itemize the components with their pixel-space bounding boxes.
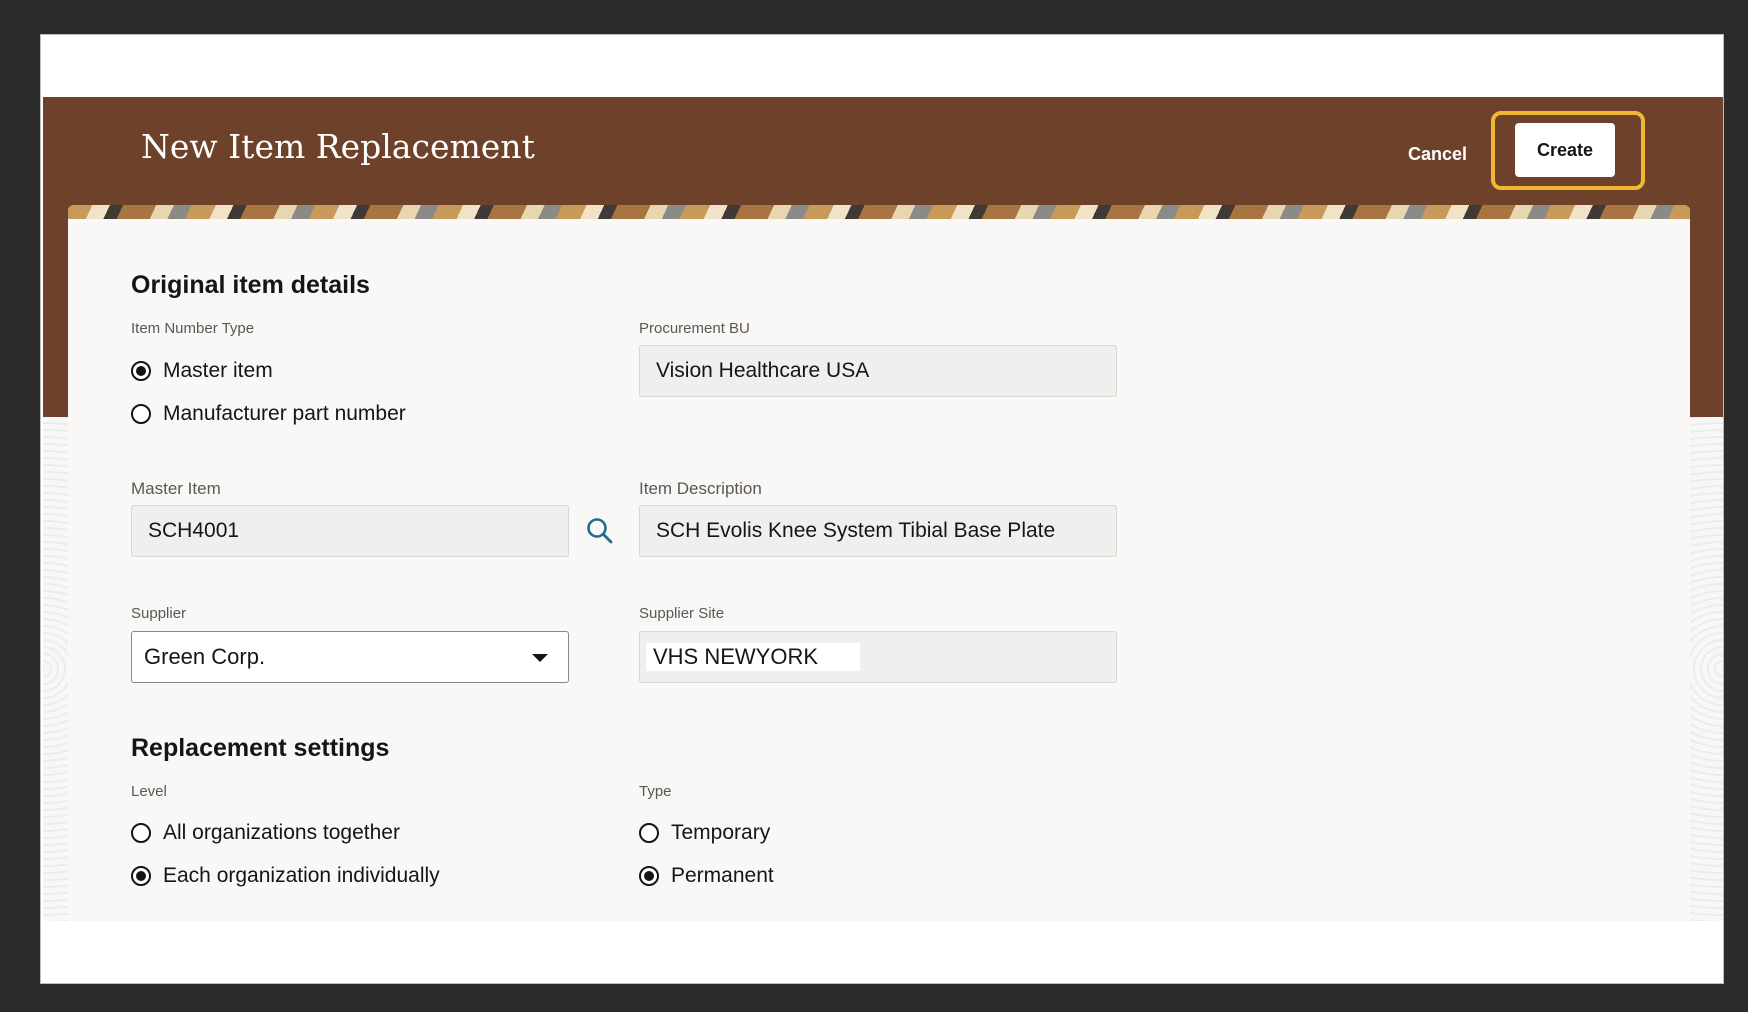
cancel-button[interactable]: Cancel: [1404, 136, 1471, 172]
create-button[interactable]: Create: [1515, 123, 1615, 177]
item-number-type-label: Item Number Type: [131, 320, 255, 337]
supplier-site-field[interactable]: VHS NEWYORK: [639, 631, 1117, 683]
procurement-bu-field[interactable]: Vision Healthcare USA: [639, 345, 1117, 397]
page-title: New Item Replacement: [141, 127, 535, 166]
supplier-label: Supplier: [131, 605, 187, 622]
background-texture-left: [43, 417, 71, 921]
section-heading-original-item: Original item details: [131, 271, 370, 299]
supplier-select-value: Green Corp.: [144, 644, 266, 669]
radio-unchecked-icon: [639, 823, 659, 843]
radio-unchecked-icon: [131, 404, 151, 424]
background-texture-right: [1689, 417, 1723, 921]
radio-checked-icon: [131, 361, 151, 381]
radio-checked-icon: [131, 866, 151, 886]
decorative-stripe: [68, 205, 1690, 219]
radio-label: Each organization individually: [163, 864, 440, 887]
master-item-label: Master Item: [131, 479, 221, 498]
radio-label: All organizations together: [163, 821, 400, 844]
level-label: Level: [131, 783, 167, 800]
radio-master-item[interactable]: Master item: [131, 359, 273, 383]
radio-unchecked-icon: [131, 823, 151, 843]
app-window: New Item Replacement Cancel Create Origi…: [40, 34, 1724, 984]
supplier-site-label: Supplier Site: [639, 605, 725, 622]
type-label: Type: [639, 783, 672, 800]
item-description-field[interactable]: SCH Evolis Knee System Tibial Base Plate: [639, 505, 1117, 557]
section-heading-replacement-settings: Replacement settings: [131, 734, 390, 762]
radio-label: Temporary: [671, 821, 771, 844]
radio-label: Manufacturer part number: [163, 402, 406, 425]
item-description-label: Item Description: [639, 479, 762, 498]
radio-label: Permanent: [671, 864, 774, 887]
procurement-bu-label: Procurement BU: [639, 320, 750, 337]
radio-temporary[interactable]: Temporary: [639, 821, 770, 845]
radio-permanent[interactable]: Permanent: [639, 864, 774, 888]
supplier-select[interactable]: Green Corp.: [131, 631, 569, 683]
radio-manufacturer-part-number[interactable]: Manufacturer part number: [131, 402, 406, 426]
radio-label: Master item: [163, 359, 273, 382]
supplier-site-value: VHS NEWYORK: [646, 643, 861, 671]
radio-each-organization[interactable]: Each organization individually: [131, 864, 440, 888]
master-item-input[interactable]: SCH4001: [131, 505, 569, 557]
radio-all-organizations[interactable]: All organizations together: [131, 821, 400, 845]
chevron-down-icon: [532, 654, 548, 662]
form-card: Original item details Item Number Type M…: [68, 205, 1690, 921]
search-icon[interactable]: [585, 516, 615, 546]
radio-checked-icon: [639, 866, 659, 886]
